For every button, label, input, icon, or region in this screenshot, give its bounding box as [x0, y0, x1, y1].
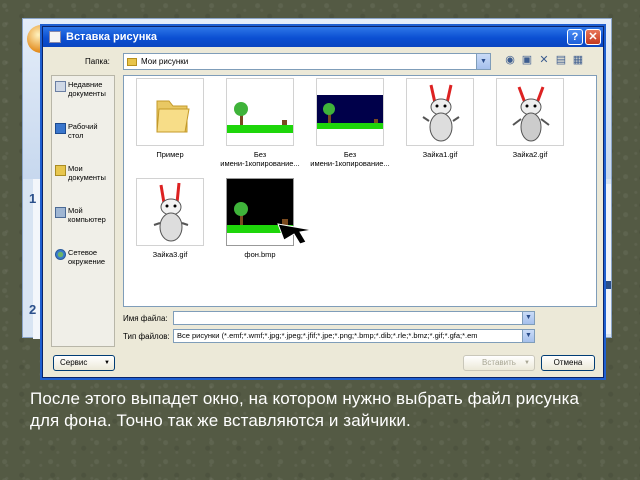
file-item[interactable]: Зайка1.gif: [400, 78, 480, 159]
file-name: Без имени-1копирование...: [220, 150, 300, 168]
dialog-titlebar: Вставка рисунка ? ✕: [43, 27, 603, 47]
place-recent[interactable]: Недавние документы: [52, 76, 114, 118]
chevron-down-icon[interactable]: ▼: [476, 54, 490, 69]
dialog-icon: [49, 31, 61, 43]
dialog-toolbar: ◉ ▣ ✕ ▤ ▦: [503, 53, 585, 67]
place-label: Рабочий стол: [68, 122, 98, 140]
place-my-computer[interactable]: Мой компьютер: [52, 202, 114, 244]
dropdown-arrow-icon: ▼: [524, 360, 530, 366]
image-thumbnail: [496, 78, 564, 146]
file-item[interactable]: Без имени-1копирование...: [220, 78, 300, 168]
folder-label: Папка:: [85, 57, 110, 66]
image-thumbnail: [226, 78, 294, 146]
bunny-icon: [422, 84, 460, 142]
network-icon: [55, 249, 66, 260]
insert-picture-dialog: Вставка рисунка ? ✕ Папка: Мои рисунки ▼…: [42, 26, 604, 378]
slide-caption: После этого выпадет окно, на котором нуж…: [30, 389, 580, 430]
service-button-label: Сервис: [60, 358, 88, 367]
image-thumbnail: [406, 78, 474, 146]
insert-button[interactable]: Вставить ▼: [463, 355, 535, 371]
cursor-icon: [277, 223, 313, 245]
folder-select[interactable]: Мои рисунки ▼: [123, 53, 491, 70]
chevron-down-icon[interactable]: ▼: [522, 312, 534, 324]
filetype-label: Тип файлов:: [123, 331, 170, 341]
cancel-button-label: Отмена: [553, 358, 583, 367]
file-name: Зайка3.gif: [152, 250, 188, 259]
file-name: Зайка2.gif: [512, 150, 548, 159]
image-thumbnail: [316, 78, 384, 146]
place-label: Недавние документы: [68, 80, 106, 98]
help-button[interactable]: ?: [567, 29, 583, 45]
file-item[interactable]: Зайка2.gif: [490, 78, 570, 159]
filename-label: Имя файла:: [123, 313, 168, 323]
filetype-row: Тип файлов: Все рисунки (*.emf;*.wmf;*.j…: [123, 329, 535, 343]
folder-icon: [127, 57, 137, 66]
desktop-icon: [55, 123, 66, 134]
place-label: Мои документы: [68, 164, 106, 182]
file-name: Зайка1.gif: [422, 150, 458, 159]
views-icon[interactable]: ▦: [571, 53, 585, 67]
file-item[interactable]: Зайка3.gif: [130, 178, 210, 259]
file-item[interactable]: Пример: [130, 78, 210, 159]
file-name: Без имени-1копирование...: [310, 150, 390, 168]
tree-image-icon: [227, 102, 293, 133]
filename-input[interactable]: ▼: [173, 311, 535, 325]
folder-thumbnail: [136, 78, 204, 146]
place-my-documents[interactable]: Мои документы: [52, 160, 114, 202]
delete-icon[interactable]: ✕: [537, 53, 551, 67]
folder-value: Мои рисунки: [141, 57, 189, 66]
dropdown-arrow-icon: ▼: [104, 360, 110, 366]
file-name: Пример: [156, 150, 184, 159]
place-desktop[interactable]: Рабочий стол: [52, 118, 114, 160]
filetype-value: Все рисунки (*.emf;*.wmf;*.jpg;*.jpeg;*.…: [177, 331, 478, 340]
folder-row: Папка: Мои рисунки ▼ ◉ ▣ ✕ ▤ ▦: [51, 53, 595, 71]
file-item[interactable]: Без имени-1копирование...: [310, 78, 390, 168]
places-bar: Недавние документы Рабочий стол Мои доку…: [51, 75, 115, 347]
back-icon[interactable]: ◉: [503, 53, 517, 67]
cancel-button[interactable]: Отмена: [541, 355, 595, 371]
file-name: фон.bmp: [244, 250, 276, 259]
close-button[interactable]: ✕: [585, 29, 601, 45]
file-list: Пример Без имени-1копирование... Без име…: [123, 75, 597, 307]
filetype-select[interactable]: Все рисунки (*.emf;*.wmf;*.jpg;*.jpeg;*.…: [173, 329, 535, 343]
dialog-title: Вставка рисунка: [66, 31, 157, 43]
slide-number: 2: [29, 302, 37, 317]
bunny-icon: [512, 86, 550, 142]
folder-icon: [156, 100, 190, 133]
image-thumbnail: [136, 178, 204, 246]
insert-button-label: Вставить: [482, 358, 516, 367]
recent-icon: [55, 81, 66, 92]
bunny-icon: [153, 182, 189, 242]
place-label: Сетевое окружение: [68, 248, 106, 266]
tree-image-icon: [317, 95, 383, 129]
place-label: Мой компьютер: [68, 206, 106, 224]
my-documents-icon: [55, 165, 66, 176]
service-button[interactable]: Сервис ▼: [53, 355, 115, 371]
my-computer-icon: [55, 207, 66, 218]
place-network[interactable]: Сетевое окружение: [52, 244, 114, 286]
up-folder-icon[interactable]: ▣: [520, 53, 534, 67]
slide-number: 1: [29, 191, 37, 206]
filename-row: Имя файла: ▼: [123, 311, 535, 325]
new-folder-icon[interactable]: ▤: [554, 53, 568, 67]
chevron-down-icon[interactable]: ▼: [522, 330, 534, 342]
